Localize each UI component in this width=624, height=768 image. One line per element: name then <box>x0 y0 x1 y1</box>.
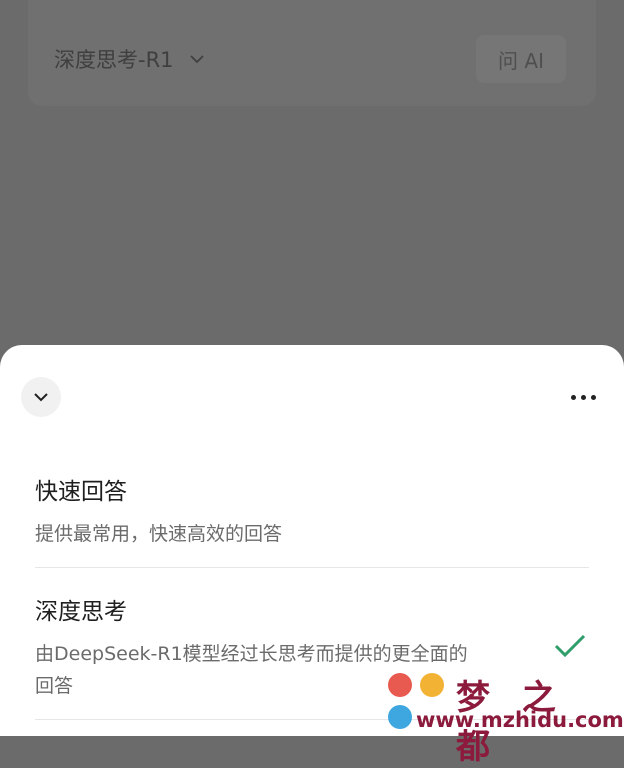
checkmark-icon <box>554 634 586 658</box>
collapse-button[interactable] <box>21 377 61 417</box>
option-title: 深度思考 <box>35 599 127 625</box>
more-options-button[interactable] <box>563 385 603 409</box>
option-description: 回答 <box>35 675 74 697</box>
watermark-url: www.mzhidu.com <box>416 708 624 732</box>
chevron-down-icon <box>34 393 48 402</box>
option-description: 提供最常用，快速高效的回答 <box>35 523 283 545</box>
chevron-down-icon <box>189 55 204 64</box>
ask-ai-button[interactable]: 问 AI <box>476 35 566 83</box>
model-selector[interactable]: 深度思考-R1 <box>54 44 206 74</box>
more-icon-dot <box>590 394 596 400</box>
option-description: 由DeepSeek-R1模型经过长思考而提供的更全面的 <box>35 643 468 665</box>
ask-ai-label: 问 AI <box>498 48 544 73</box>
model-selector-label: 深度思考-R1 <box>54 48 174 72</box>
divider <box>35 567 589 568</box>
option-title: 快速回答 <box>35 479 127 505</box>
watermark: 梦 之 都 www.mzhidu.com <box>386 670 624 767</box>
more-icon-dot <box>580 394 586 400</box>
more-icon-dot <box>570 394 576 400</box>
